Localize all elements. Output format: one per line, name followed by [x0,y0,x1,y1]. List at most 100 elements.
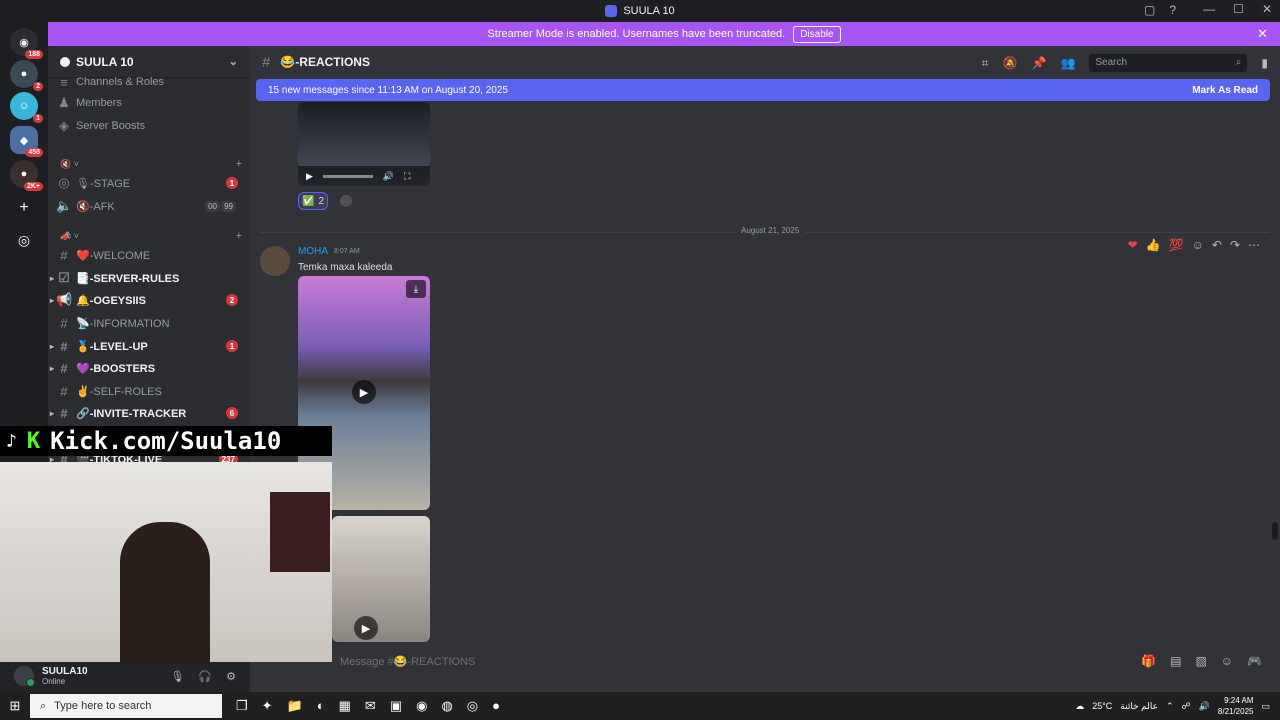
channel-boosters[interactable]: ▸ # 💜-BOOSTERS [50,358,242,378]
channel-self-roles[interactable]: # ✌️-SELF-ROLES [56,381,242,401]
server-icon-4[interactable]: ● 2K+ [10,160,43,191]
user-status: Online [42,677,66,686]
member-list-icon[interactable]: 👥 [1060,56,1075,70]
clock-time: 9:24 AM [1224,696,1254,705]
mark-as-read-button[interactable]: Mark As Read [1192,85,1258,96]
server-icon-2[interactable]: ☺ 1 [10,92,43,123]
video-embed-previous[interactable]: ▶ 🔊 ⛶ [298,102,430,186]
add-reaction-icon[interactable] [340,195,352,207]
play-icon[interactable]: ▶ [352,380,376,404]
heart-reaction-icon[interactable]: ❤ [1128,238,1138,252]
more-icon[interactable]: ⋯ [1248,238,1260,252]
server-boosts-item[interactable]: ◈ Server Boosts [56,116,242,136]
message-timestamp: 8:07 AM [334,248,360,255]
channel-information[interactable]: # 📡-INFORMATION [56,313,242,333]
reaction-chip[interactable]: ✅ 2 [298,192,328,210]
new-messages-bar[interactable]: 15 new messages since 11:13 AM on August… [256,79,1270,101]
divider-date: August 21, 2025 [735,226,806,235]
inbox-icon[interactable]: ▮ [1261,56,1268,70]
video-embed-second[interactable]: ▶ [332,516,430,642]
user-info[interactable]: SUULA10 Online [42,666,88,686]
channel-invite-tracker[interactable]: ▸ # 🔗-INVITE-TRACKER 6 [50,403,242,423]
close-window-button[interactable]: ✕ [1262,2,1272,16]
message-author[interactable]: MOHA [298,246,328,257]
obs-icon[interactable]: ● [492,698,500,714]
settings-app-icon[interactable]: ▣ [390,698,402,714]
forward-icon[interactable]: ↷ [1230,238,1240,252]
channel-level-up[interactable]: ▸ # 🏅-LEVEL-UP 1 [50,336,242,356]
add-reaction-icon[interactable]: ☺ [1192,238,1204,252]
play-icon[interactable]: ▶ [354,616,378,640]
file-explorer-icon[interactable]: 📁 [287,698,303,714]
channel-server-rules[interactable]: ▸ ☑ 📑-SERVER-RULES [50,268,242,288]
voice-category[interactable]: 🔇 ˅ + [60,157,242,171]
channel-afk[interactable]: 🔈 🔇-AFK 00 99 [56,196,242,216]
scrollbar[interactable] [1272,522,1278,540]
store-icon[interactable]: ▦ [339,698,351,714]
microphone-icon[interactable]: 🎙 [170,670,184,683]
avatar[interactable] [260,246,290,276]
volume-icon[interactable]: 🔊 [1199,701,1210,712]
search-input[interactable]: Search ⌕ [1089,54,1248,72]
headphones-icon[interactable]: 🎧 [198,670,212,683]
message-composer[interactable]: Message #😂-REACTIONS [250,648,1280,674]
maximize-button[interactable]: ☐ [1233,2,1244,16]
discord-taskbar-icon[interactable]: ◉ [416,698,427,714]
add-channel-icon[interactable]: + [236,158,242,170]
close-icon[interactable]: ✕ [1257,26,1268,42]
window-titlebar: SUULA 10 ▢ ? — ☐ ✕ [0,0,1280,22]
gif-icon[interactable]: ▤ [1170,654,1181,668]
sticker-icon[interactable]: ▧ [1195,654,1206,668]
hundred-icon[interactable]: 💯 [1169,238,1184,252]
add-channel-icon[interactable]: + [236,230,242,242]
server-glyph: ◆ [19,134,29,147]
chevron-up-icon[interactable]: ⌃ [1166,701,1174,712]
outlook-icon[interactable]: ✉ [365,698,376,714]
home-button[interactable]: ◉ 188 [10,28,43,59]
clock[interactable]: 9:24 AM 8/21/2025 [1218,695,1254,717]
notifications-icon[interactable]: ▭ [1261,701,1270,712]
seek-bar[interactable] [322,174,373,178]
network-icon[interactable]: ☍ [1182,701,1191,712]
volume-icon[interactable]: 🔊 [383,171,394,182]
notification-bell-icon[interactable]: 🔕 [1003,56,1018,70]
gear-icon[interactable]: ⚙ [226,670,236,683]
add-server-button[interactable]: + [10,194,38,222]
taskbar-search-input[interactable]: ⌕ Type here to search [30,694,222,718]
gift-icon[interactable]: 🎁 [1141,654,1156,668]
edge-icon[interactable]: ◐ [317,698,325,714]
pin-icon[interactable]: 📌 [1031,56,1046,70]
server-icon-1[interactable]: ● 2 [10,60,43,91]
channel-welcome[interactable]: # ❤️-WELCOME [56,245,242,265]
help-icon[interactable]: ? [1169,3,1176,17]
unread-badge: 2 [226,294,238,306]
channels-roles-item[interactable]: ≡ Channels & Roles [56,72,242,92]
members-item[interactable]: ♟ Members [56,93,242,113]
weather-temp[interactable]: 25°C [1092,701,1112,711]
play-icon[interactable]: ▶ [306,171,313,182]
chat-area: # 😂-REACTIONS ⌗ 🔕 📌 👥 Search ⌕ ▮ 15 new … [250,46,1280,692]
emoji-icon[interactable]: ☺ [1221,654,1233,668]
user-panel: SUULA10 Online 🎙 🎧 ⚙ [0,660,250,692]
disable-streamer-mode-button[interactable]: Disable [793,25,841,43]
activity-icon[interactable]: 🎮 [1247,654,1262,668]
text-category[interactable]: 📣 ˅ + [60,229,242,243]
fullscreen-icon[interactable]: ⛶ [404,171,410,182]
reply-icon[interactable]: ↶ [1212,238,1222,252]
system-tray: ☁ 25°C عالم خائنة ⌃ ☍ 🔊 9:24 AM 8/21/202… [1075,695,1270,717]
download-icon[interactable]: ⤓ [406,280,426,298]
avatar[interactable] [14,666,35,687]
chrome-icon[interactable]: ◍ [441,698,452,714]
minimize-button[interactable]: — [1203,2,1215,16]
channel-stage[interactable]: ◎ 🎙-STAGE 1 [56,173,242,193]
channel-ogeysiis[interactable]: ▸ 📢 🔔-OGEYSIIS 2 [50,290,242,310]
task-view-icon[interactable]: ❐ [236,698,248,714]
server-icon-3[interactable]: ◆ 458 [10,126,43,157]
inbox-icon[interactable]: ▢ [1144,3,1155,17]
windows-start-icon[interactable]: ⊞ [0,698,30,714]
discover-button[interactable]: ◎ [10,226,38,254]
threads-icon[interactable]: ⌗ [982,56,989,71]
thumbs-up-icon[interactable]: 👍 [1146,238,1161,252]
copilot-icon[interactable]: ✦ [262,698,273,714]
media-app-icon[interactable]: ◎ [467,698,478,714]
